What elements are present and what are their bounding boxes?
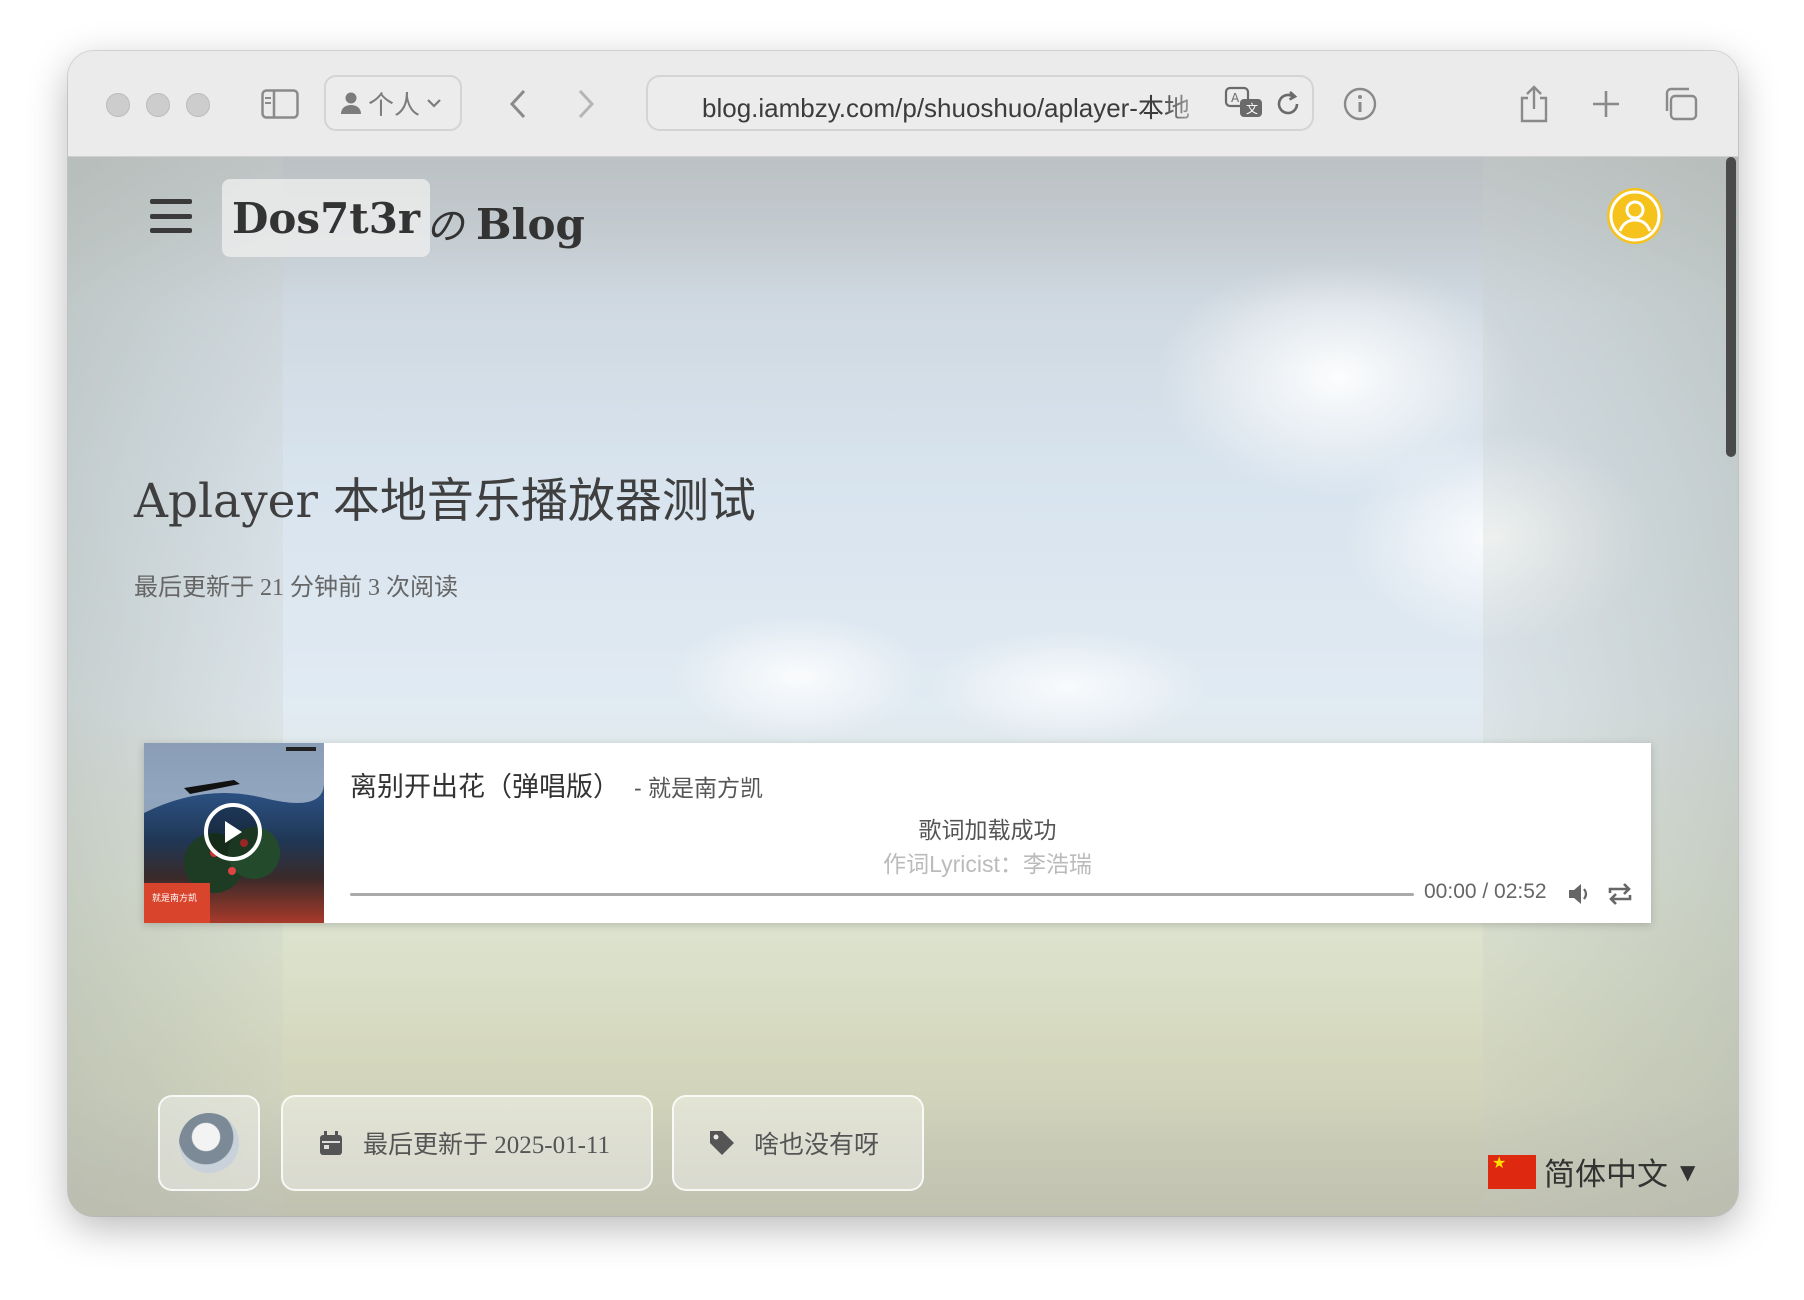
play-button[interactable] bbox=[204, 803, 262, 861]
menu-icon[interactable] bbox=[150, 195, 192, 237]
back-button[interactable] bbox=[498, 81, 538, 127]
reload-icon[interactable] bbox=[1274, 89, 1302, 124]
page-scrollbar[interactable] bbox=[1724, 157, 1738, 1216]
user-icon[interactable] bbox=[1606, 187, 1664, 245]
album-cover[interactable]: 就是南方凯 bbox=[144, 743, 324, 923]
chevron-left-icon bbox=[509, 89, 526, 119]
updated-card: 最后更新于 2025-01-11 bbox=[281, 1095, 653, 1191]
language-selector[interactable]: 简体中文 ▼ bbox=[1488, 1149, 1695, 1194]
time-display: 00:00 / 02:52 bbox=[1424, 880, 1547, 903]
svg-text:A: A bbox=[1231, 91, 1240, 105]
forward-button[interactable] bbox=[566, 81, 606, 127]
browser-window: 个人 blog.iambzy.com/p/shuoshuo/aplayer-本地… bbox=[68, 51, 1738, 1216]
close-window-button[interactable] bbox=[106, 93, 130, 117]
author-avatar bbox=[179, 1113, 239, 1173]
loop-icon[interactable] bbox=[1606, 881, 1634, 907]
minimize-window-button[interactable] bbox=[146, 93, 170, 117]
progress-bar[interactable] bbox=[350, 893, 1414, 896]
new-tab-icon[interactable] bbox=[1586, 81, 1626, 127]
music-player: 就是南方凯 离别开出花（弹唱版） - 就是南方凯 歌词加载成功 作词Lyricis… bbox=[144, 743, 1651, 923]
volume-icon[interactable] bbox=[1566, 881, 1592, 907]
song-title: 离别开出花（弹唱版） - 就是南方凯 bbox=[350, 772, 764, 802]
tab-overview-icon[interactable] bbox=[1660, 81, 1700, 127]
tags-text: 啥也没有呀 bbox=[754, 1132, 880, 1159]
url-text: blog.iambzy.com/p/shuoshuo/aplayer-本地 bbox=[702, 93, 1190, 123]
updated-text: 最后更新于 2025-01-11 bbox=[363, 1132, 610, 1159]
post-meta: 最后更新于 21 分钟前 3 次阅读 bbox=[134, 575, 458, 601]
play-icon bbox=[225, 821, 242, 843]
post-title: Aplayer 本地音乐播放器测试 bbox=[134, 474, 756, 529]
zoom-window-button[interactable] bbox=[186, 93, 210, 117]
lyric-next: 作词Lyricist：李浩瑞 bbox=[883, 851, 1092, 877]
page-info-icon[interactable] bbox=[1340, 81, 1380, 127]
calendar-icon bbox=[320, 1131, 342, 1155]
language-label: 简体中文 bbox=[1544, 1157, 1668, 1193]
song-artist: - 就是南方凯 bbox=[634, 775, 764, 801]
translate-icon[interactable]: A文 bbox=[1224, 85, 1264, 126]
caret-down-icon: ▼ bbox=[1680, 1159, 1696, 1184]
address-bar[interactable]: blog.iambzy.com/p/shuoshuo/aplayer-本地 A文 bbox=[646, 75, 1314, 131]
share-icon[interactable] bbox=[1514, 81, 1554, 127]
lyric-current: 歌词加载成功 bbox=[918, 817, 1057, 843]
china-flag-icon bbox=[1488, 1153, 1536, 1189]
tag-icon bbox=[710, 1131, 734, 1155]
author-card[interactable] bbox=[158, 1095, 260, 1191]
site-brand-suffix[interactable]: の Blog bbox=[426, 195, 585, 250]
browser-toolbar: 个人 blog.iambzy.com/p/shuoshuo/aplayer-本地… bbox=[68, 51, 1738, 157]
chevron-right-icon bbox=[578, 89, 595, 119]
person-icon bbox=[341, 92, 361, 114]
scrollbar-thumb[interactable] bbox=[1726, 157, 1736, 457]
sidebar-toggle-icon[interactable] bbox=[260, 81, 300, 127]
svg-text:文: 文 bbox=[1246, 101, 1258, 116]
profile-label: 个人 bbox=[368, 89, 421, 120]
profile-button[interactable]: 个人 bbox=[324, 75, 462, 131]
web-page: Dos7t3r の Blog Aplayer 本地音乐播放器测试 最后更新于 21… bbox=[68, 157, 1738, 1216]
svg-text:就是南方凯: 就是南方凯 bbox=[152, 892, 197, 904]
chevron-down-icon bbox=[427, 99, 441, 108]
site-brand[interactable]: Dos7t3r bbox=[222, 179, 431, 257]
tags-card[interactable]: 啥也没有呀 bbox=[672, 1095, 924, 1191]
